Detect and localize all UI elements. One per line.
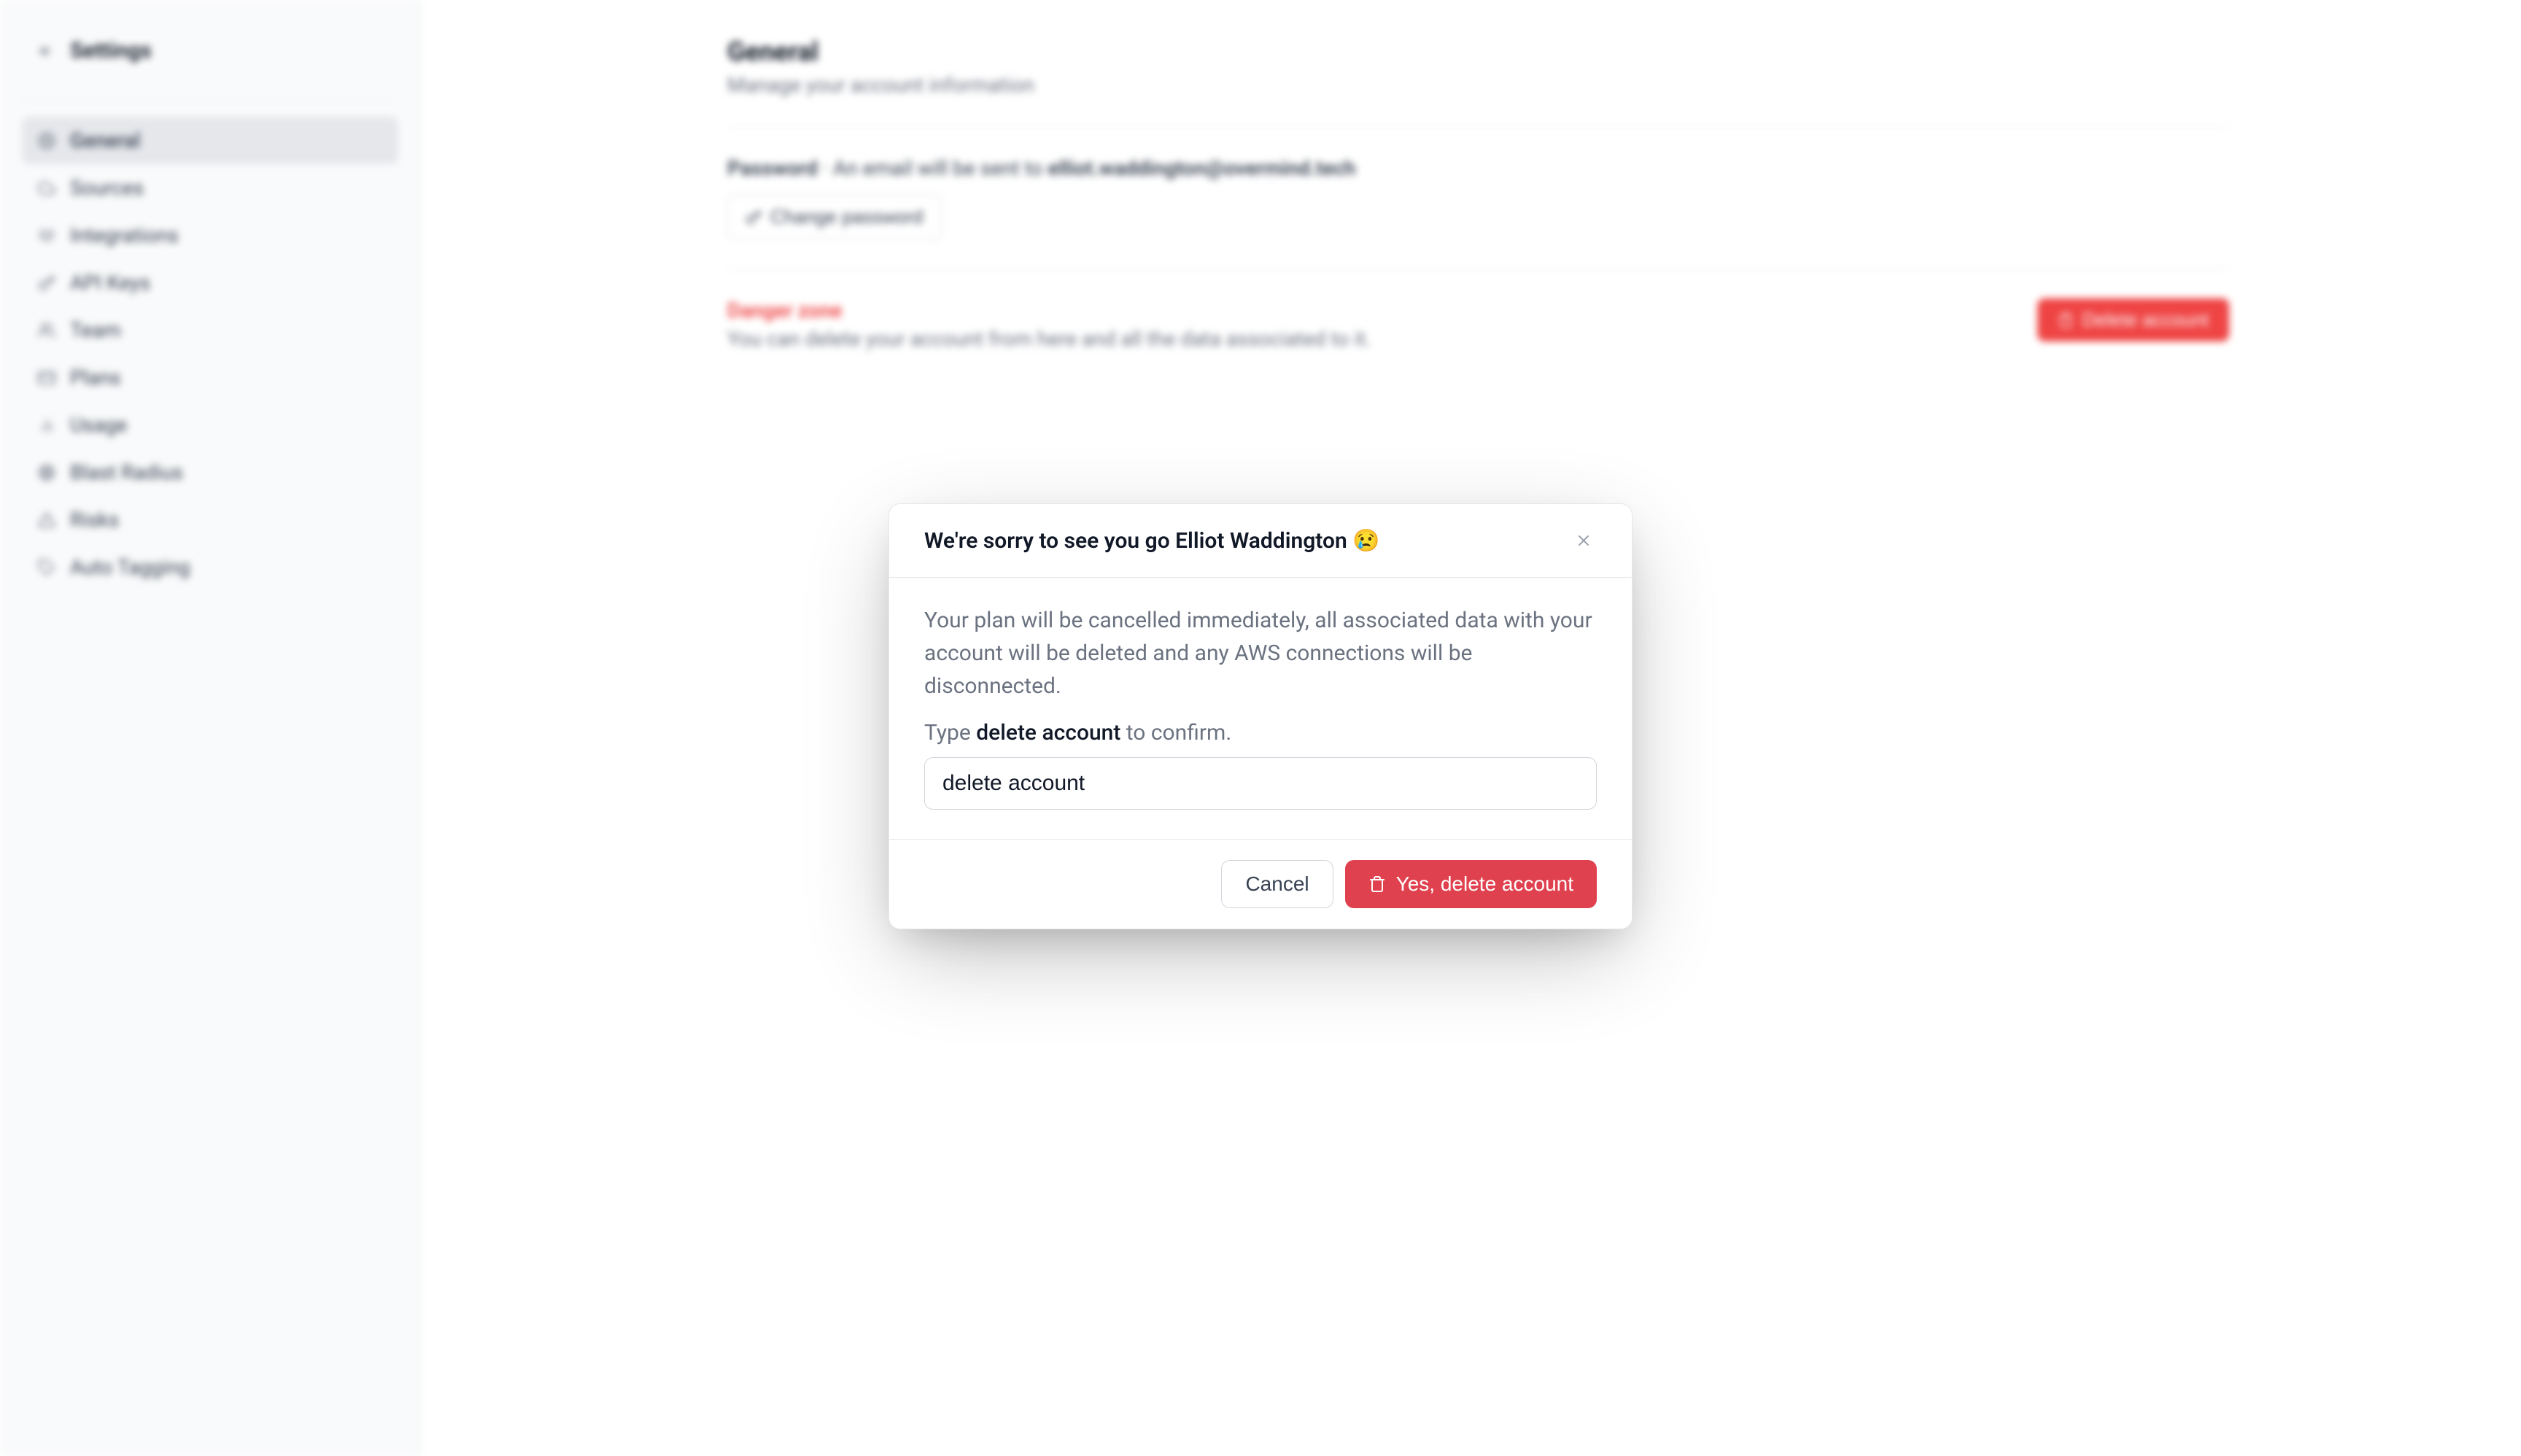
modal-body-text: Your plan will be cancelled immediately,… xyxy=(924,604,1597,702)
confirm-suffix: to confirm. xyxy=(1120,720,1231,746)
confirm-prefix: Type xyxy=(924,720,976,746)
close-icon xyxy=(1575,532,1592,549)
confirm-input[interactable] xyxy=(924,757,1597,810)
modal-footer: Cancel Yes, delete account xyxy=(889,839,1632,929)
modal-header: We're sorry to see you go Elliot Wadding… xyxy=(889,504,1632,578)
modal-overlay: We're sorry to see you go Elliot Wadding… xyxy=(0,0,2521,1456)
modal-title: We're sorry to see you go Elliot Wadding… xyxy=(924,528,1380,554)
trash-icon xyxy=(1368,875,1386,893)
confirm-phrase: delete account xyxy=(976,720,1120,746)
confirm-delete-button[interactable]: Yes, delete account xyxy=(1345,860,1597,908)
confirm-delete-label: Yes, delete account xyxy=(1396,872,1573,896)
modal-close-button[interactable] xyxy=(1571,527,1597,554)
cancel-button[interactable]: Cancel xyxy=(1221,860,1333,908)
confirm-instruction: Type delete account to confirm. xyxy=(924,720,1597,746)
delete-account-modal: We're sorry to see you go Elliot Wadding… xyxy=(888,503,1633,929)
modal-body: Your plan will be cancelled immediately,… xyxy=(889,578,1632,839)
